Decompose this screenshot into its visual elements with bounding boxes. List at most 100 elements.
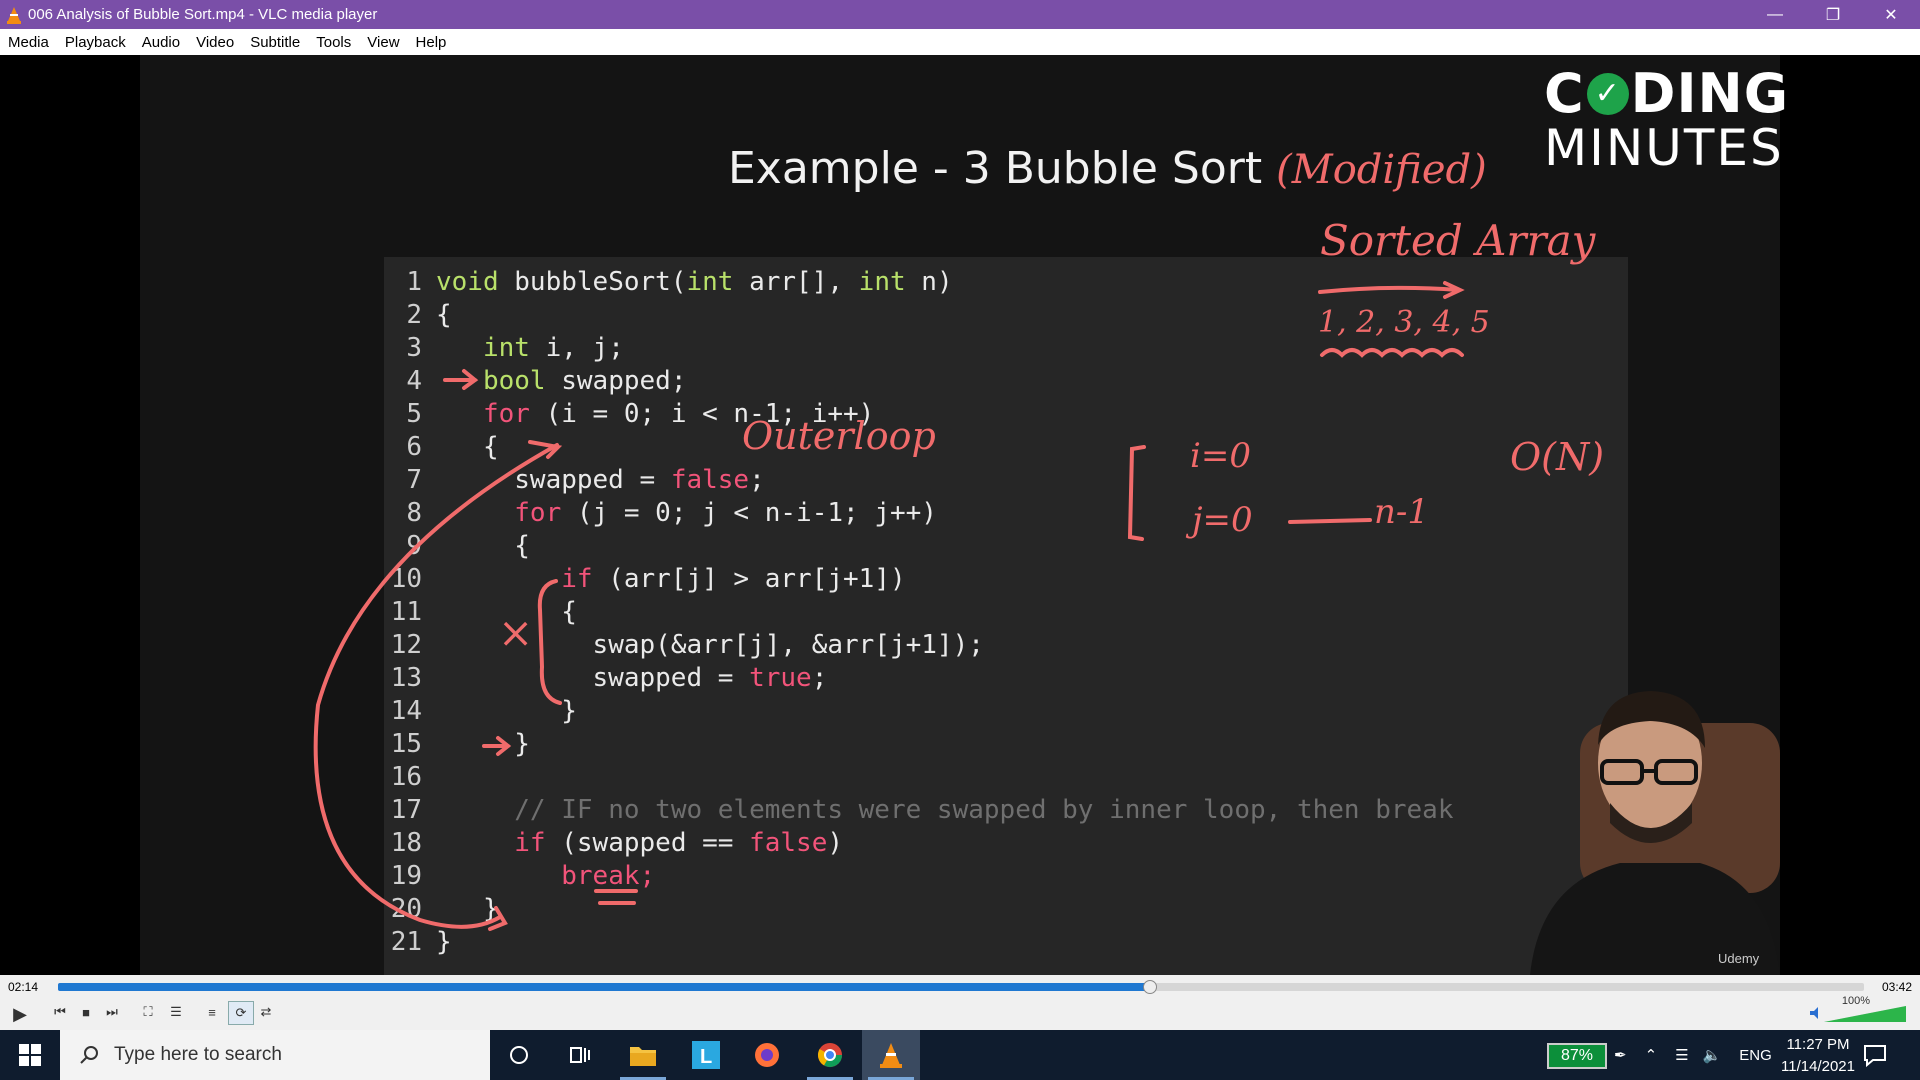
input-language[interactable]: ENG — [1739, 1047, 1772, 1064]
code-line: 18 if (swapped == false) — [390, 828, 844, 858]
folder-icon — [630, 1047, 656, 1066]
code-line: 3 int i, j; — [406, 333, 624, 363]
volume-slider[interactable] — [1808, 1002, 1908, 1024]
logo-minutes: MINUTES — [1544, 119, 1784, 177]
shuffle-icon: ⇄ — [260, 1004, 272, 1019]
code-line: 5 for (i = 0; i < n-1; i++) — [406, 399, 875, 429]
taskbar-clock[interactable]: 11:27 PM 11/14/2021 — [1772, 1034, 1864, 1078]
extended-settings-button[interactable]: ☰ — [164, 1001, 188, 1023]
restore-button[interactable]: ❐ — [1804, 0, 1862, 29]
menu-audio[interactable]: Audio — [134, 34, 188, 51]
window-controls: — ❐ ✕ — [1746, 0, 1920, 29]
code-block: 1 void bubbleSort(int arr[], int n) 2{ 3 … — [384, 257, 1628, 975]
code-line: 12 swap(&arr[j], &arr[j+1]); — [390, 630, 984, 660]
task-view-button[interactable] — [551, 1030, 609, 1080]
vlc-taskbar[interactable] — [862, 1030, 920, 1080]
code-line: 9 { — [406, 531, 530, 561]
code-line: 7 swapped = false; — [406, 465, 765, 495]
menu-playback[interactable]: Playback — [57, 34, 134, 51]
total-duration: 03:42 — [1881, 980, 1912, 994]
modified-annotation: (Modified) — [1276, 147, 1487, 193]
cortana-button[interactable] — [490, 1030, 548, 1080]
logo-ding: DING — [1630, 62, 1790, 125]
presenter-webcam — [1530, 691, 1780, 975]
wifi-icon[interactable]: ☰ — [1675, 1046, 1688, 1064]
code-line: 15 } — [390, 729, 530, 759]
chrome-taskbar[interactable] — [801, 1030, 859, 1080]
code-line: 4 bool swapped; — [406, 366, 687, 396]
windows-icon — [19, 1044, 41, 1066]
udemy-watermark: Udemy — [1718, 951, 1760, 966]
start-button[interactable] — [0, 1030, 60, 1080]
shuffle-button[interactable]: ⇄ — [254, 1001, 278, 1023]
file-explorer-taskbar[interactable] — [614, 1030, 672, 1080]
search-placeholder: Type here to search — [114, 1044, 282, 1065]
clock-time: 11:27 PM — [1786, 1036, 1850, 1053]
equalizer-icon: ☰ — [170, 1004, 182, 1019]
code-line: 17 // IF no two elements were swapped by… — [390, 795, 1454, 825]
vlc-icon — [880, 1043, 902, 1068]
previous-button[interactable]: ⏮ — [48, 1001, 72, 1023]
system-tray: ✒ ⌃ ☰ 🔈 ENG — [1614, 1030, 1772, 1080]
fullscreen-icon: ⛶ — [143, 1004, 153, 1019]
coding-minutes-logo: C ✓ DING MINUTES — [1544, 62, 1790, 177]
code-line: 2{ — [406, 300, 452, 330]
seek-bar[interactable] — [58, 980, 1864, 994]
menu-video[interactable]: Video — [188, 34, 242, 51]
code-line: 20 } — [390, 894, 499, 924]
code-line: 16 — [390, 762, 422, 792]
logo-letter-c: C — [1544, 62, 1585, 125]
clock-date: 11/14/2021 — [1781, 1058, 1855, 1075]
seek-handle[interactable] — [1142, 980, 1157, 994]
close-button[interactable]: ✕ — [1862, 0, 1920, 29]
task-view-icon — [570, 1047, 590, 1063]
code-line: 13 swapped = true; — [390, 663, 828, 693]
action-center-icon[interactable] — [1862, 1042, 1888, 1068]
svg-text:L: L — [700, 1046, 712, 1068]
taskbar-search[interactable]: Type here to search — [60, 1030, 490, 1080]
window-title: 006 Analysis of Bubble Sort.mp4 - VLC me… — [28, 6, 378, 23]
taskbar: Type here to search L 87% ✒ ⌃ ☰ 🔈 ENG 11… — [0, 1030, 1920, 1080]
battery-indicator[interactable]: 87% — [1547, 1043, 1607, 1069]
slide-title: Example - 3 Bubble Sort (Modified) — [728, 143, 1487, 194]
speaker-icon — [1810, 1007, 1818, 1019]
seek-progress — [58, 983, 1149, 991]
code-line: 1 void bubbleSort(int arr[], int n) — [406, 267, 953, 297]
code-line: 19 break; — [390, 861, 656, 891]
code-line: 8 for (j = 0; j < n-i-1; j++) — [406, 498, 937, 528]
menu-view[interactable]: View — [359, 34, 407, 51]
minimize-button[interactable]: — — [1746, 0, 1804, 29]
loop-button[interactable]: ⟳ — [228, 1001, 254, 1025]
fullscreen-button[interactable]: ⛶ — [136, 1001, 160, 1023]
search-icon — [80, 1046, 98, 1064]
app-l-taskbar[interactable]: L — [677, 1030, 735, 1080]
show-hidden-icons-chevron-icon[interactable]: ⌃ — [1645, 1046, 1658, 1064]
firefox-taskbar[interactable] — [738, 1030, 796, 1080]
code-line: 6 { — [406, 432, 499, 462]
player-controls: 02:14 03:42 ▶ ⏮ ■ ⏭ ⛶ ☰ ≡ ⟳ ⇄ 100% — [0, 975, 1920, 1030]
vlc-cone-icon — [7, 6, 21, 24]
play-button[interactable]: ▶ — [6, 1001, 34, 1027]
stop-button[interactable]: ■ — [74, 1001, 98, 1023]
menu-tools[interactable]: Tools — [308, 34, 359, 51]
code-line: 10 if (arr[j] > arr[j+1]) — [390, 564, 906, 594]
skip-back-icon: ⏮ — [54, 1004, 66, 1019]
chrome-icon — [817, 1043, 842, 1068]
video-area[interactable]: Example - 3 Bubble Sort (Modified) C ✓ DIN… — [0, 55, 1920, 975]
menu-help[interactable]: Help — [408, 34, 455, 51]
firefox-icon — [755, 1043, 779, 1067]
skip-forward-icon: ⏭ — [106, 1004, 118, 1019]
title-bar: 006 Analysis of Bubble Sort.mp4 - VLC me… — [0, 0, 1920, 29]
menu-media[interactable]: Media — [0, 34, 57, 51]
menu-subtitle[interactable]: Subtitle — [242, 34, 308, 51]
code-line: 11 { — [390, 597, 577, 627]
menu-bar: Media Playback Audio Video Subtitle Tool… — [0, 29, 1920, 55]
code-line: 14 } — [390, 696, 577, 726]
next-button[interactable]: ⏭ — [100, 1001, 124, 1023]
playlist-button[interactable]: ≡ — [200, 1001, 224, 1023]
playlist-icon: ≡ — [208, 1004, 216, 1020]
cortana-icon — [510, 1046, 528, 1064]
pen-icon[interactable]: ✒ — [1614, 1046, 1627, 1064]
speaker-volume-icon[interactable]: 🔈 — [1703, 1046, 1722, 1064]
code-line: 21} — [390, 927, 452, 957]
